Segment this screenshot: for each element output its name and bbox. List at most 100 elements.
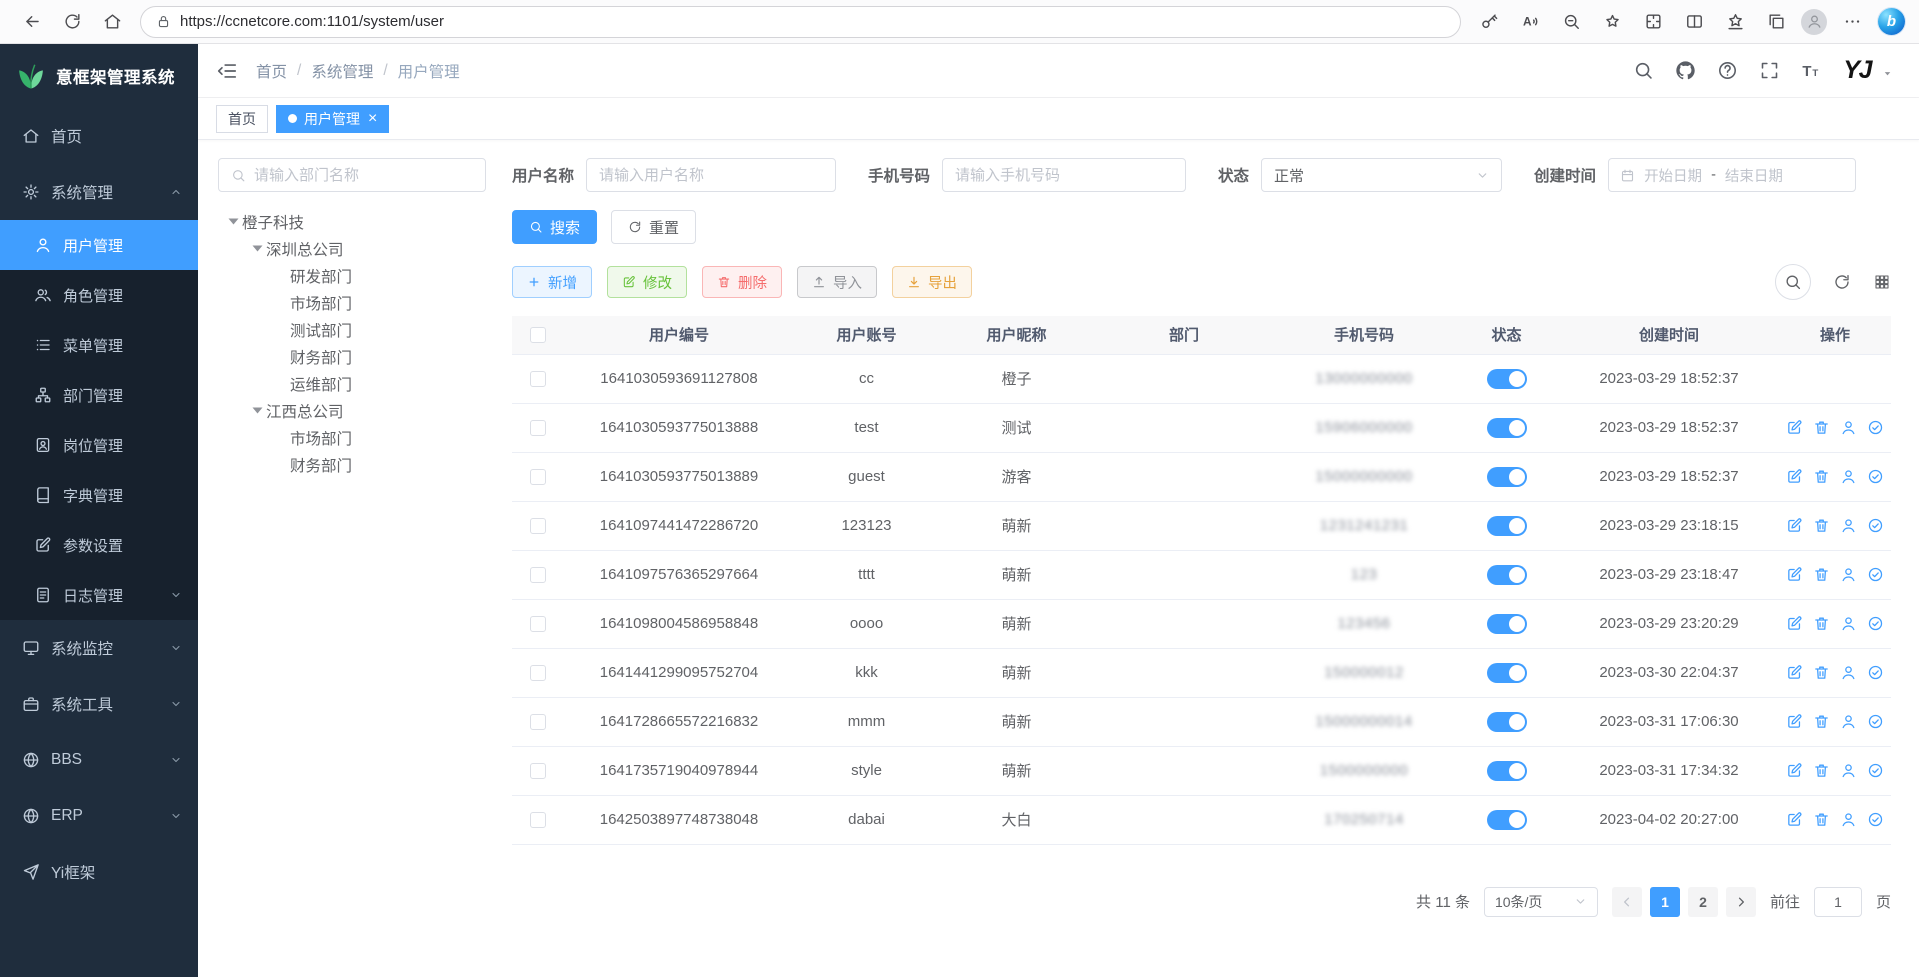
edit-square-icon[interactable] (1786, 566, 1803, 583)
tree-node-shenzhen-hq[interactable]: 深圳总公司 (218, 235, 486, 262)
bing-chat-icon[interactable]: b (1878, 8, 1905, 35)
collections-button[interactable] (1758, 5, 1794, 39)
address-bar[interactable]: https://ccnetcore.com:1101/system/user (140, 6, 1461, 38)
check-circle-icon[interactable] (1867, 811, 1884, 828)
edit-square-icon[interactable] (1786, 615, 1803, 632)
check-circle-icon[interactable] (1867, 419, 1884, 436)
import-button[interactable]: 导入 (797, 266, 877, 298)
check-circle-icon[interactable] (1867, 468, 1884, 485)
home-button[interactable] (94, 5, 130, 39)
sidebar-item-log-management[interactable]: 日志管理 (0, 570, 198, 620)
select-all-checkbox[interactable] (530, 327, 546, 343)
status-toggle[interactable] (1487, 565, 1527, 585)
status-toggle[interactable] (1487, 761, 1527, 781)
search-icon[interactable] (1633, 60, 1654, 81)
tree-node-market-dept-sz[interactable]: 市场部门 (218, 289, 486, 316)
trash-icon[interactable] (1813, 517, 1830, 534)
favorites-bar-button[interactable] (1717, 5, 1753, 39)
user-icon[interactable] (1840, 615, 1857, 632)
sidebar-item-erp[interactable]: ERP (0, 788, 198, 844)
phone-input[interactable] (955, 167, 1173, 184)
split-screen-button[interactable] (1676, 5, 1712, 39)
sidebar-item-system-tools[interactable]: 系统工具 (0, 676, 198, 732)
user-icon[interactable] (1840, 468, 1857, 485)
row-checkbox[interactable] (530, 714, 546, 730)
sidebar-item-system-management[interactable]: 系统管理 (0, 164, 198, 220)
zoom-button[interactable] (1553, 5, 1589, 39)
github-icon[interactable] (1675, 60, 1696, 81)
key-button[interactable] (1471, 5, 1507, 39)
sidebar-item-menu-management[interactable]: 菜单管理 (0, 320, 198, 370)
status-select[interactable]: 正常 (1261, 158, 1502, 192)
sidebar-item-param-settings[interactable]: 参数设置 (0, 520, 198, 570)
row-checkbox[interactable] (530, 812, 546, 828)
row-checkbox[interactable] (530, 665, 546, 681)
status-toggle[interactable] (1487, 614, 1527, 634)
sidebar-item-user-management[interactable]: 用户管理 (0, 220, 198, 270)
row-checkbox[interactable] (530, 469, 546, 485)
sidebar-item-post-management[interactable]: 岗位管理 (0, 420, 198, 470)
status-toggle[interactable] (1487, 369, 1527, 389)
user-icon[interactable] (1840, 811, 1857, 828)
fullscreen-icon[interactable] (1759, 60, 1780, 81)
font-size-icon[interactable]: TT (1801, 60, 1822, 81)
check-circle-icon[interactable] (1867, 517, 1884, 534)
help-icon[interactable] (1717, 60, 1738, 81)
tab-home[interactable]: 首页 (216, 105, 268, 133)
breadcrumb-item[interactable]: 首页 (256, 60, 287, 82)
check-circle-icon[interactable] (1867, 615, 1884, 632)
trash-icon[interactable] (1813, 468, 1830, 485)
sidebar-item-yi-framework[interactable]: Yi框架 (0, 844, 198, 900)
edit-button[interactable]: 修改 (607, 266, 687, 298)
dept-search-input[interactable] (254, 167, 473, 184)
trash-icon[interactable] (1813, 811, 1830, 828)
page-size-select[interactable]: 10条/页 (1484, 887, 1598, 917)
edit-square-icon[interactable] (1786, 517, 1803, 534)
row-checkbox[interactable] (530, 567, 546, 583)
user-icon[interactable] (1840, 566, 1857, 583)
tree-node-test-dept[interactable]: 测试部门 (218, 316, 486, 343)
edit-square-icon[interactable] (1786, 811, 1803, 828)
user-icon[interactable] (1840, 419, 1857, 436)
status-toggle[interactable] (1487, 810, 1527, 830)
tree-node-finance-dept-sz[interactable]: 财务部门 (218, 343, 486, 370)
row-checkbox[interactable] (530, 616, 546, 632)
sidebar-item-home[interactable]: 首页 (0, 108, 198, 164)
check-circle-icon[interactable] (1867, 566, 1884, 583)
close-icon[interactable]: × (368, 111, 377, 127)
app-logo[interactable]: 意框架管理系统 (0, 44, 198, 108)
read-aloud-button[interactable]: A (1512, 5, 1548, 39)
tab-user-management[interactable]: 用户管理 × (276, 105, 389, 133)
trash-icon[interactable] (1813, 762, 1830, 779)
sidebar-item-dept-management[interactable]: 部门管理 (0, 370, 198, 420)
edit-square-icon[interactable] (1786, 419, 1803, 436)
status-toggle[interactable] (1487, 712, 1527, 732)
page-button-1[interactable]: 1 (1650, 887, 1680, 917)
prev-page-button[interactable] (1612, 887, 1642, 917)
trash-icon[interactable] (1813, 615, 1830, 632)
breadcrumb-item[interactable]: 系统管理 (311, 60, 373, 82)
status-toggle[interactable] (1487, 418, 1527, 438)
more-button[interactable] (1834, 5, 1870, 39)
tree-node-rd-dept[interactable]: 研发部门 (218, 262, 486, 289)
edit-square-icon[interactable] (1786, 713, 1803, 730)
tree-expand-icon[interactable] (248, 402, 266, 420)
sidebar-item-system-monitor[interactable]: 系统监控 (0, 620, 198, 676)
search-button[interactable]: 搜索 (512, 210, 597, 244)
tree-expand-icon[interactable] (224, 213, 242, 231)
row-checkbox[interactable] (530, 371, 546, 387)
sidebar-item-dict-management[interactable]: 字典管理 (0, 470, 198, 520)
row-checkbox[interactable] (530, 518, 546, 534)
trash-icon[interactable] (1813, 664, 1830, 681)
extensions-button[interactable] (1635, 5, 1671, 39)
export-button[interactable]: 导出 (892, 266, 972, 298)
goto-page-input[interactable] (1814, 887, 1862, 917)
reset-button[interactable]: 重置 (611, 210, 696, 244)
user-icon[interactable] (1840, 517, 1857, 534)
check-circle-icon[interactable] (1867, 713, 1884, 730)
trash-icon[interactable] (1813, 566, 1830, 583)
edit-square-icon[interactable] (1786, 664, 1803, 681)
edit-square-icon[interactable] (1786, 468, 1803, 485)
profile-button[interactable] (1799, 7, 1829, 37)
back-button[interactable] (14, 5, 50, 39)
